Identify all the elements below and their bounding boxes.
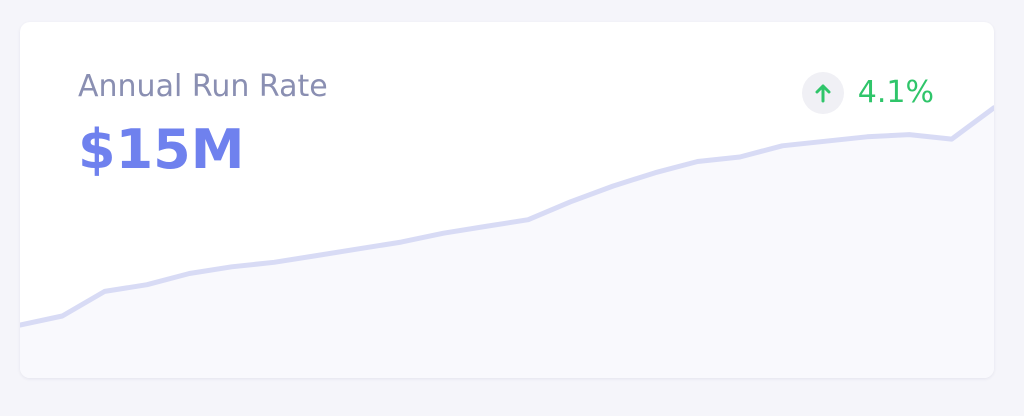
sparkline-point xyxy=(187,271,192,276)
sparkline-point xyxy=(525,217,531,222)
sparkline-point xyxy=(653,170,658,175)
sparkline-point xyxy=(949,136,954,142)
sparkline-point xyxy=(356,246,361,252)
metric-value: $15M xyxy=(78,118,245,181)
trend-indicator: 4.1% xyxy=(801,72,934,114)
arrow-up-icon xyxy=(801,72,844,114)
sparkline-point xyxy=(780,143,785,148)
card-title: Annual Run Rate xyxy=(78,69,328,104)
sparkline-point xyxy=(398,239,404,245)
sparkline-point xyxy=(271,260,277,265)
sparkline-point xyxy=(737,154,743,160)
sparkline-point xyxy=(229,264,234,269)
sparkline-point xyxy=(314,253,319,258)
sparkline-point xyxy=(864,134,870,140)
sparkline-point xyxy=(441,230,446,236)
trend-percentage: 4.1% xyxy=(857,75,934,110)
sparkline-point xyxy=(102,289,107,294)
sparkline-point xyxy=(483,224,489,229)
sparkline-point xyxy=(822,139,827,144)
sparkline-point xyxy=(695,159,700,164)
annual-run-rate-card: Annual Run Rate $15M 4.1% xyxy=(20,22,994,378)
sparkline-point xyxy=(568,199,573,204)
sparkline-point xyxy=(144,282,150,287)
sparkline-point xyxy=(610,183,616,189)
sparkline-point xyxy=(907,132,912,137)
sparkline-point xyxy=(60,313,65,319)
